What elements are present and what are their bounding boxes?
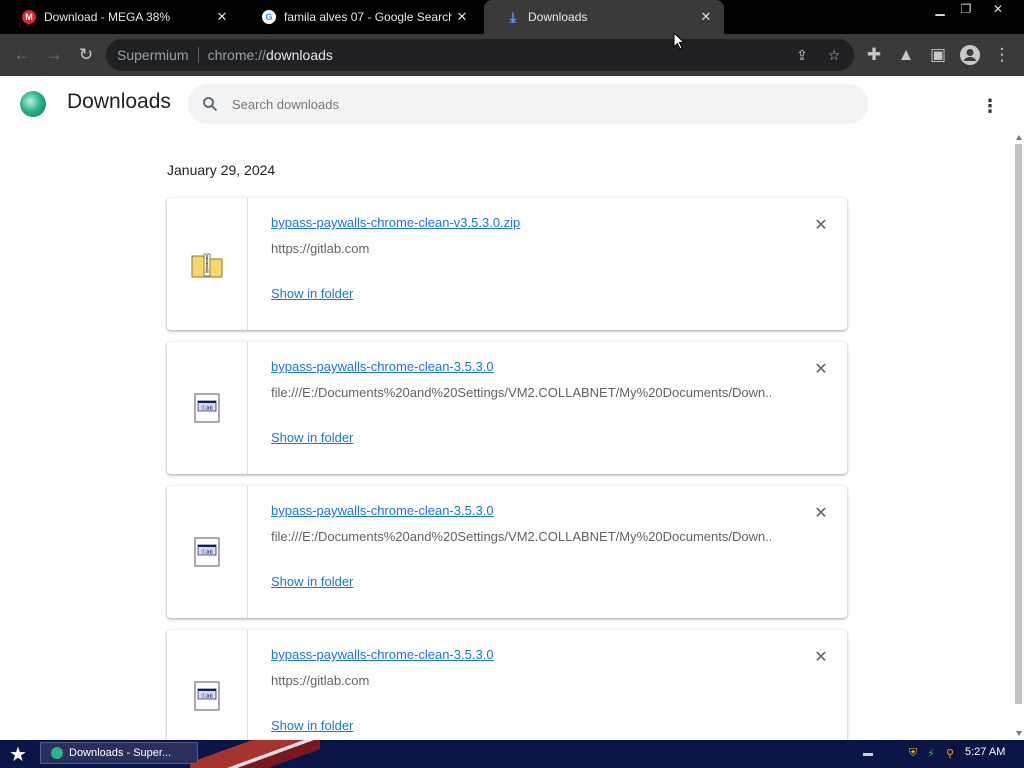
restore-icon[interactable]: ❐: [952, 0, 980, 18]
url-scheme: chrome://: [207, 47, 266, 63]
generic-file-icon: Ⓘab: [194, 537, 220, 567]
download-source: file:///E:/Documents%20and%20Settings/VM…: [271, 529, 771, 544]
scroll-down-arrow-icon[interactable]: [1016, 731, 1022, 736]
download-filename-link[interactable]: bypass-paywalls-chrome-clean-3.5.3.0: [271, 359, 494, 374]
taskbar-item-downloads[interactable]: Downloads - Super...: [40, 742, 198, 764]
more-actions-icon[interactable]: ⋮: [978, 94, 1002, 118]
reload-icon[interactable]: ↻: [74, 43, 98, 67]
close-window-icon[interactable]: ✕: [984, 0, 1012, 18]
remove-from-list-icon[interactable]: ✕: [811, 359, 831, 379]
tab-google-search[interactable]: G famila alves 07 - Google Search ✕: [240, 0, 480, 34]
download-filename-link[interactable]: bypass-paywalls-chrome-clean-v3.5.3.0.zi…: [271, 215, 520, 230]
remove-from-list-icon[interactable]: ✕: [811, 647, 831, 667]
mouse-cursor-icon: [673, 32, 685, 50]
browser-menu-icon[interactable]: ⋮: [990, 43, 1014, 67]
close-tab-icon[interactable]: ✕: [212, 9, 232, 25]
tab-label: famila alves 07 - Google Search: [284, 10, 452, 24]
keyboard-icon[interactable]: ▬: [861, 746, 875, 760]
download-source: https://gitlab.com: [271, 241, 370, 256]
profile-avatar-icon[interactable]: [958, 43, 982, 67]
date-header: January 29, 2024: [167, 162, 276, 178]
address-bar[interactable]: Supermium chrome://downloads ⇪ ☆: [106, 39, 854, 71]
search-tray-icon[interactable]: ⚲: [943, 746, 957, 760]
tab-label: Downloads: [528, 10, 588, 24]
site-name: Supermium: [117, 47, 189, 63]
svg-text:Ⓘab: Ⓘab: [201, 549, 212, 556]
omnibox-divider: [197, 47, 199, 63]
generic-file-icon: Ⓘab: [194, 681, 220, 711]
taskbar-clock: 5:27 AM: [965, 746, 1006, 758]
scroll-up-arrow-icon[interactable]: [1016, 135, 1022, 140]
supermium-logo: [20, 91, 46, 117]
file-icon-column: Ⓘab: [167, 342, 248, 474]
google-icon: G: [262, 10, 276, 24]
supermium-icon: [51, 747, 63, 759]
file-icon-column: [167, 198, 248, 330]
show-in-folder-link[interactable]: Show in folder: [271, 718, 353, 733]
download-item: Ⓘab bypass-paywalls-chrome-clean-3.5.3.0…: [167, 486, 847, 618]
tab-label: Download - MEGA 38%: [44, 10, 171, 24]
file-icon-column: Ⓘab: [167, 630, 248, 740]
search-box[interactable]: [188, 84, 868, 124]
shield-icon[interactable]: ⛨: [906, 746, 920, 760]
show-in-folder-link[interactable]: Show in folder: [271, 574, 353, 589]
tab-mega[interactable]: M Download - MEGA 38% ✕: [0, 0, 240, 34]
download-icon: ⤓: [509, 8, 517, 25]
zip-folder-icon: [191, 253, 223, 278]
generic-file-icon: Ⓘab: [194, 393, 220, 423]
close-tab-icon[interactable]: ✕: [452, 9, 472, 25]
labs-flask-icon[interactable]: ▲: [894, 43, 918, 67]
download-filename-link[interactable]: bypass-paywalls-chrome-clean-3.5.3.0: [271, 647, 494, 662]
download-item: Ⓘab bypass-paywalls-chrome-clean-3.5.3.0…: [167, 630, 847, 740]
taskbar-item-label: Downloads - Super...: [69, 747, 172, 759]
forward-icon[interactable]: →: [42, 43, 66, 67]
download-source: https://gitlab.com: [271, 673, 370, 688]
back-icon[interactable]: ←: [10, 43, 34, 67]
close-tab-icon[interactable]: ✕: [696, 9, 716, 25]
search-icon: [203, 97, 218, 112]
show-in-folder-link[interactable]: Show in folder: [271, 430, 353, 445]
remove-from-list-icon[interactable]: ✕: [811, 215, 831, 235]
page-title: Downloads: [67, 90, 171, 113]
tab-downloads[interactable]: ⤓ Downloads ✕: [484, 0, 724, 34]
mega-icon: M: [22, 10, 36, 24]
search-input[interactable]: [232, 94, 832, 114]
svg-text:Ⓘab: Ⓘab: [201, 405, 212, 412]
share-icon[interactable]: ⇪: [794, 47, 810, 63]
download-item: Ⓘab bypass-paywalls-chrome-clean-3.5.3.0…: [167, 342, 847, 474]
minimize-icon[interactable]: ▁: [926, 0, 954, 18]
download-source: file:///E:/Documents%20and%20Settings/VM…: [271, 385, 771, 400]
side-panel-icon[interactable]: ▣: [926, 43, 950, 67]
extensions-icon[interactable]: ✚: [862, 43, 886, 67]
taskbar-flag-decoration: [190, 740, 320, 768]
svg-text:Ⓘab: Ⓘab: [201, 693, 212, 700]
network-icon[interactable]: ⚡: [924, 746, 938, 760]
download-item: bypass-paywalls-chrome-clean-v3.5.3.0.zi…: [167, 198, 847, 330]
title-bar: M Download - MEGA 38% ✕ G famila alves 0…: [0, 0, 1024, 34]
browser-toolbar: ← → ↻ Supermium chrome://downloads ⇪ ☆ ✚…: [0, 34, 1024, 76]
remove-from-list-icon[interactable]: ✕: [811, 503, 831, 523]
url-text: chrome://downloads: [208, 47, 333, 63]
show-in-folder-link[interactable]: Show in folder: [271, 286, 353, 301]
scrollbar-thumb[interactable]: [1015, 144, 1022, 704]
download-filename-link[interactable]: bypass-paywalls-chrome-clean-3.5.3.0: [271, 503, 494, 518]
file-icon-column: Ⓘab: [167, 486, 248, 618]
start-star-icon[interactable]: ★: [6, 742, 30, 766]
url-host: downloads: [265, 47, 333, 63]
bookmark-star-icon[interactable]: ☆: [826, 47, 842, 63]
